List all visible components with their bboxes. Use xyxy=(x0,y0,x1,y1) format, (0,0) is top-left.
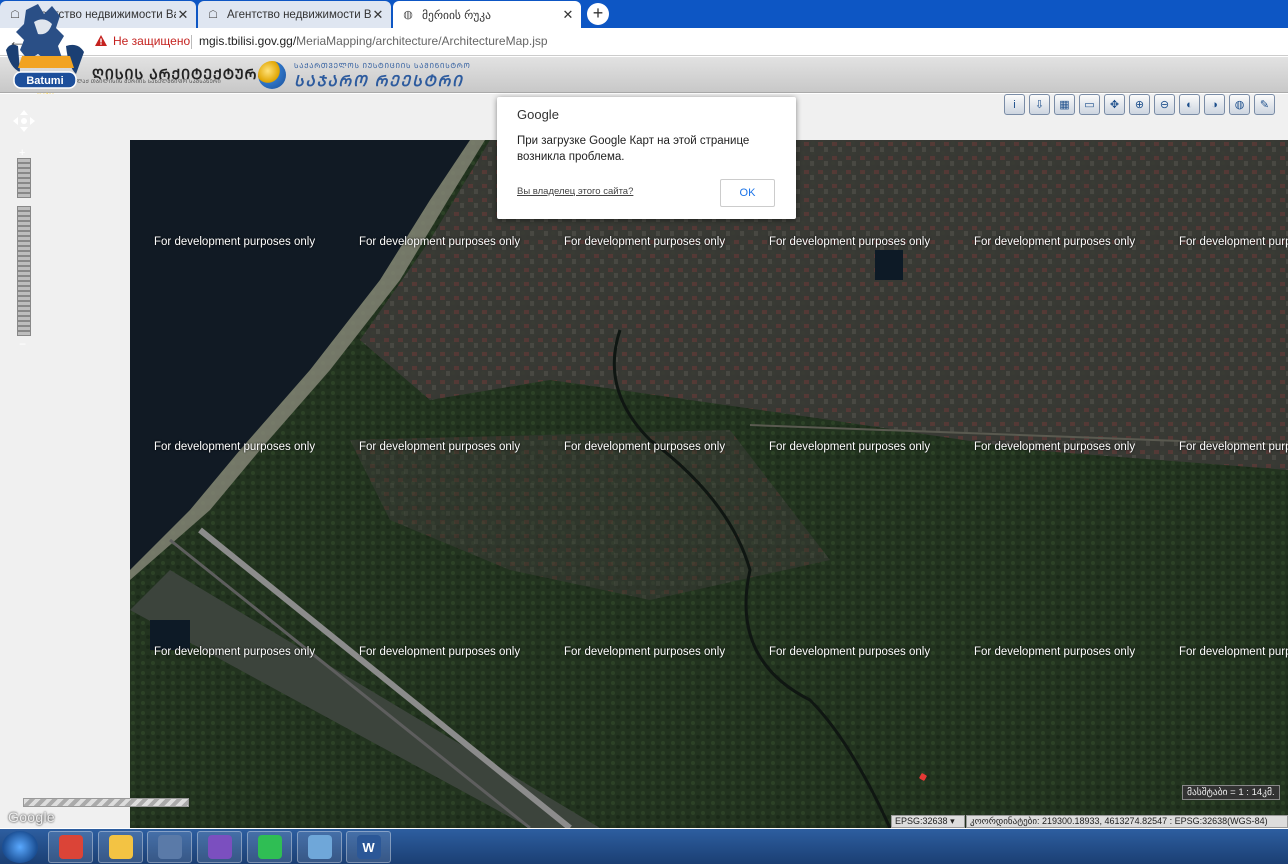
close-icon[interactable]: ✕ xyxy=(371,7,385,23)
dev-watermark: For development purposes only xyxy=(769,441,931,453)
google-maps-error-dialog: Google При загрузке Google Карт на этой … xyxy=(497,97,796,219)
projection-select[interactable]: EPSG:32638 ▾ xyxy=(891,815,965,828)
dev-watermark: For development purposes only xyxy=(974,236,1136,248)
whatsapp-icon xyxy=(257,835,282,859)
pan-control-icon[interactable] xyxy=(13,110,35,132)
svg-text:Batumi: Batumi xyxy=(26,75,63,87)
zoom-level-segment[interactable] xyxy=(17,193,31,198)
word-taskbar-button[interactable]: W xyxy=(346,831,391,863)
dev-watermark: For development purposes only xyxy=(564,441,726,453)
zoom-in-icon[interactable]: ⊕ xyxy=(1129,94,1150,115)
zoom-next-icon[interactable]: ◑ xyxy=(1204,94,1225,115)
viber-taskbar-button[interactable] xyxy=(197,831,242,863)
dev-watermark: For development purposes only xyxy=(154,441,316,453)
new-tab-button[interactable]: + xyxy=(587,3,609,25)
dev-watermark: For development purposes only xyxy=(769,646,931,658)
file-explorer-icon xyxy=(108,835,133,859)
dev-watermark: For development purposes only xyxy=(974,646,1136,658)
site-owner-link[interactable]: Вы владелец этого сайта? xyxy=(517,186,633,197)
file-explorer-taskbar-button[interactable] xyxy=(98,831,143,863)
url-path: MeriaMapping/architecture/ArchitectureMa… xyxy=(296,34,548,48)
word-icon: W xyxy=(356,835,381,859)
dev-watermark: For development purposes only xyxy=(154,236,316,248)
dialog-title: Google xyxy=(517,107,559,122)
url-host: mgis.tbilisi.gov.gg/ xyxy=(199,34,297,48)
layers-icon[interactable]: ▦ xyxy=(1054,94,1075,115)
scale-indicator: მასშტაბი = 1 : 14კმ. xyxy=(1182,785,1280,800)
address-bar: ← Не защищено mgis.tbilisi.gov.gg/MeriaM… xyxy=(0,28,1288,56)
dev-watermark: For development purposes only xyxy=(1179,441,1288,453)
zoom-out-button[interactable]: − xyxy=(19,337,26,351)
zoom-previous-icon[interactable]: ◐ xyxy=(1179,94,1200,115)
browser-tab-2[interactable]: ☖ Агентство недвижимости Batum ✕ xyxy=(198,1,391,28)
close-icon[interactable]: ✕ xyxy=(561,7,575,23)
registry-logo-subtitle: ᲡᲐᲥᲐᲠᲗᲕᲔᲚᲝᲡ ᲘᲣᲡᲢᲘᲪᲘᲘᲡ ᲡᲐᲛᲘᲜᲘᲡᲢᲠᲝ xyxy=(294,63,471,70)
dev-watermark: For development purposes only xyxy=(564,646,726,658)
measure-icon[interactable]: ▭ xyxy=(1079,94,1100,115)
batumi-realtor-logo: Batumi realtor xyxy=(6,4,84,99)
calculator-taskbar-button[interactable] xyxy=(147,831,192,863)
print-icon[interactable]: ✎ xyxy=(1254,94,1275,115)
zoom-slider[interactable] xyxy=(17,158,31,336)
start-button[interactable] xyxy=(2,831,38,863)
chevron-down-icon: ▾ xyxy=(950,816,955,826)
close-icon[interactable]: ✕ xyxy=(176,7,190,23)
url-separator xyxy=(191,35,192,49)
chrome-taskbar-button[interactable] xyxy=(48,831,93,863)
security-status[interactable]: Не защищено xyxy=(113,34,190,48)
paint-icon xyxy=(307,835,332,859)
full-extent-icon[interactable]: ◍ xyxy=(1229,94,1250,115)
satellite-map[interactable]: For development purposes only For develop… xyxy=(130,140,1288,828)
whatsapp-taskbar-button[interactable] xyxy=(247,831,292,863)
map-toolbar: i ⇩ ▦ ▭ ✥ ⊕ ⊖ ◐ ◑ ◍ ✎ xyxy=(1004,94,1275,118)
tab-title: Агентство недвижимости Batum xyxy=(227,8,371,21)
projection-value: EPSG:32638 xyxy=(895,816,948,826)
download-icon[interactable]: ⇩ xyxy=(1029,94,1050,115)
dev-watermark: For development purposes only xyxy=(769,236,931,248)
dev-watermark: For development purposes only xyxy=(564,236,726,248)
tab-title: მერიის რუკა xyxy=(422,9,491,22)
viber-icon xyxy=(207,835,232,859)
chrome-icon xyxy=(58,835,83,859)
warning-icon xyxy=(95,35,107,46)
zoom-out-icon[interactable]: ⊖ xyxy=(1154,94,1175,115)
browser-tab-3[interactable]: ◍ მერიის რუკა ✕ xyxy=(393,1,581,28)
calculator-icon xyxy=(157,835,182,859)
windows-taskbar: W xyxy=(0,829,1288,864)
dev-watermark: For development purposes only xyxy=(1179,646,1288,658)
paint-taskbar-button[interactable] xyxy=(297,831,342,863)
dev-watermark: For development purposes only xyxy=(359,236,521,248)
dialog-message: При загрузке Google Карт на этой страниц… xyxy=(517,135,750,163)
loading-progress-bar xyxy=(23,798,189,807)
dev-watermark: For development purposes only xyxy=(359,441,521,453)
globe-icon: ◍ xyxy=(403,9,413,21)
info-icon[interactable]: i xyxy=(1004,94,1025,115)
google-logo: Google xyxy=(8,809,55,825)
url-field[interactable]: mgis.tbilisi.gov.gg/MeriaMapping/archite… xyxy=(199,34,548,48)
architecture-logo-subtitle: ᲥᲐᲚᲐᲥ ᲗᲑᲘᲚᲘᲡᲘᲡ ᲛᲔᲠᲘᲘᲡ ᲡᲐᲮᲔᲚᲛᲬᲘᲤᲝ ᲡᲐᲛᲡᲐᲮᲣ… xyxy=(70,79,221,85)
ok-button[interactable]: OK xyxy=(720,179,775,207)
pan-icon[interactable]: ✥ xyxy=(1104,94,1125,115)
dev-watermark: For development purposes only xyxy=(1179,236,1288,248)
browser-tab-strip: ☖ Агентство недвижимости Batum ✕ ☖ Агент… xyxy=(0,0,1288,28)
dev-watermark: For development purposes only xyxy=(154,646,316,658)
site-header: ᲦᲘᲡᲘᲡ ᲐᲠᲥᲘᲢᲔᲥᲢᲣᲠᲐ ᲥᲐᲚᲐᲥ ᲗᲑᲘᲚᲘᲡᲘᲡ ᲛᲔᲠᲘᲘᲡ … xyxy=(0,57,1288,93)
registry-globe-icon xyxy=(258,61,286,89)
coordinate-readout: კოორდინატები: 219300.18933, 4613274.8254… xyxy=(966,815,1288,828)
registry-logo: ᲡᲐᲯᲐᲠᲝ ᲠᲔᲔᲡᲢᲠᲘ xyxy=(294,73,464,90)
batumi-realtor-icon: ☖ xyxy=(208,9,218,21)
dev-watermark: For development purposes only xyxy=(359,646,521,658)
zoom-level-segment[interactable] xyxy=(17,331,31,336)
dev-watermark: For development purposes only xyxy=(974,441,1136,453)
